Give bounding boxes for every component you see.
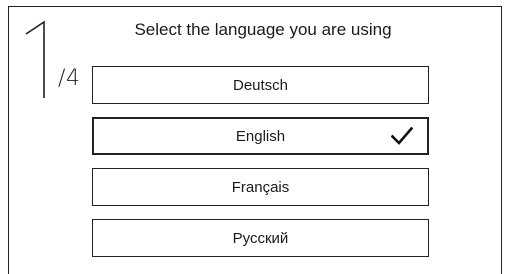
- language-label: Français: [231, 178, 290, 196]
- checkmark-icon: [391, 127, 413, 145]
- step-indicator: /4: [24, 20, 94, 100]
- language-option-deutsch[interactable]: Deutsch: [92, 66, 429, 104]
- language-option-english[interactable]: English: [92, 117, 429, 155]
- language-list: Deutsch English Français Русский: [92, 66, 429, 270]
- step-total: /4: [58, 66, 81, 91]
- language-label: English: [235, 127, 286, 145]
- language-option-francais[interactable]: Français: [92, 168, 429, 206]
- language-option-russian[interactable]: Русский: [92, 219, 429, 257]
- language-prompt: Select the language you are using: [134, 20, 392, 39]
- language-label: Русский: [232, 229, 289, 247]
- language-label: Deutsch: [232, 76, 289, 94]
- step-current-number: [24, 20, 54, 100]
